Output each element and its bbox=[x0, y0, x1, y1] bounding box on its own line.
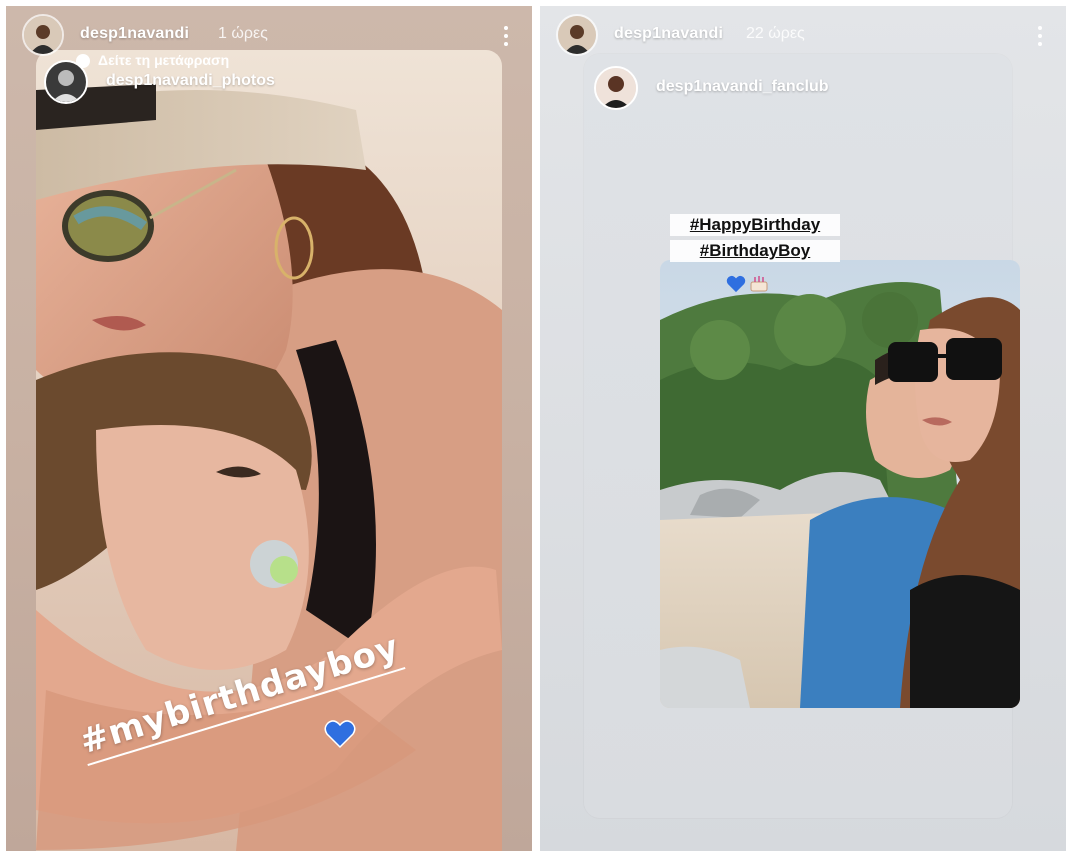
username[interactable]: desp1navandi bbox=[614, 25, 723, 43]
avatar-image bbox=[558, 16, 596, 54]
shared-account-name[interactable]: desp1navandi_fanclub bbox=[656, 78, 829, 96]
shared-account-header[interactable]: desp1navandi_photos bbox=[44, 60, 444, 104]
post-time: 1 ώρες bbox=[218, 25, 268, 42]
heart-icon bbox=[324, 720, 356, 749]
shared-account-avatar[interactable] bbox=[594, 66, 638, 110]
story-header: desp1navandi 1 ώρες Δείτε τη μετάφραση bbox=[22, 14, 512, 68]
user-avatar[interactable] bbox=[556, 14, 598, 56]
heart-icon bbox=[726, 275, 746, 293]
emoji-sticker bbox=[726, 274, 772, 296]
username[interactable]: desp1navandi bbox=[80, 25, 189, 43]
post-time: 22 ώρες bbox=[746, 25, 805, 42]
more-icon[interactable] bbox=[1034, 26, 1046, 52]
shared-account-header[interactable]: desp1navandi_fanclub bbox=[594, 66, 994, 110]
story-right: desp1navandi 22 ώρες desp1navandi_fanclu… bbox=[540, 6, 1066, 851]
more-icon[interactable] bbox=[500, 26, 512, 52]
shared-account-avatar[interactable] bbox=[44, 60, 88, 104]
avatar-image bbox=[46, 62, 86, 102]
shared-post-card[interactable]: desp1navandi_fanclub #HappyBirthday #Bir… bbox=[584, 54, 1020, 818]
shared-account-name[interactable]: desp1navandi_photos bbox=[106, 72, 275, 90]
hashtag-birthday-boy: #BirthdayBoy bbox=[670, 240, 840, 262]
shared-post-photo[interactable]: desp1navandi_photos #mybirthdayboy bbox=[36, 50, 502, 851]
shared-post-photo[interactable] bbox=[660, 260, 1020, 708]
avatar-image bbox=[596, 68, 636, 108]
story-left: desp1navandi_photos #mybirthdayboy desp1… bbox=[6, 6, 532, 851]
hashtag-happy-birthday: #HappyBirthday bbox=[670, 214, 840, 236]
user-avatar[interactable] bbox=[22, 14, 64, 56]
avatar-image bbox=[24, 16, 62, 54]
photo-beach bbox=[660, 260, 1020, 708]
cake-icon bbox=[750, 276, 768, 292]
hashtag-sticker: #HappyBirthday #BirthdayBoy bbox=[670, 214, 840, 266]
